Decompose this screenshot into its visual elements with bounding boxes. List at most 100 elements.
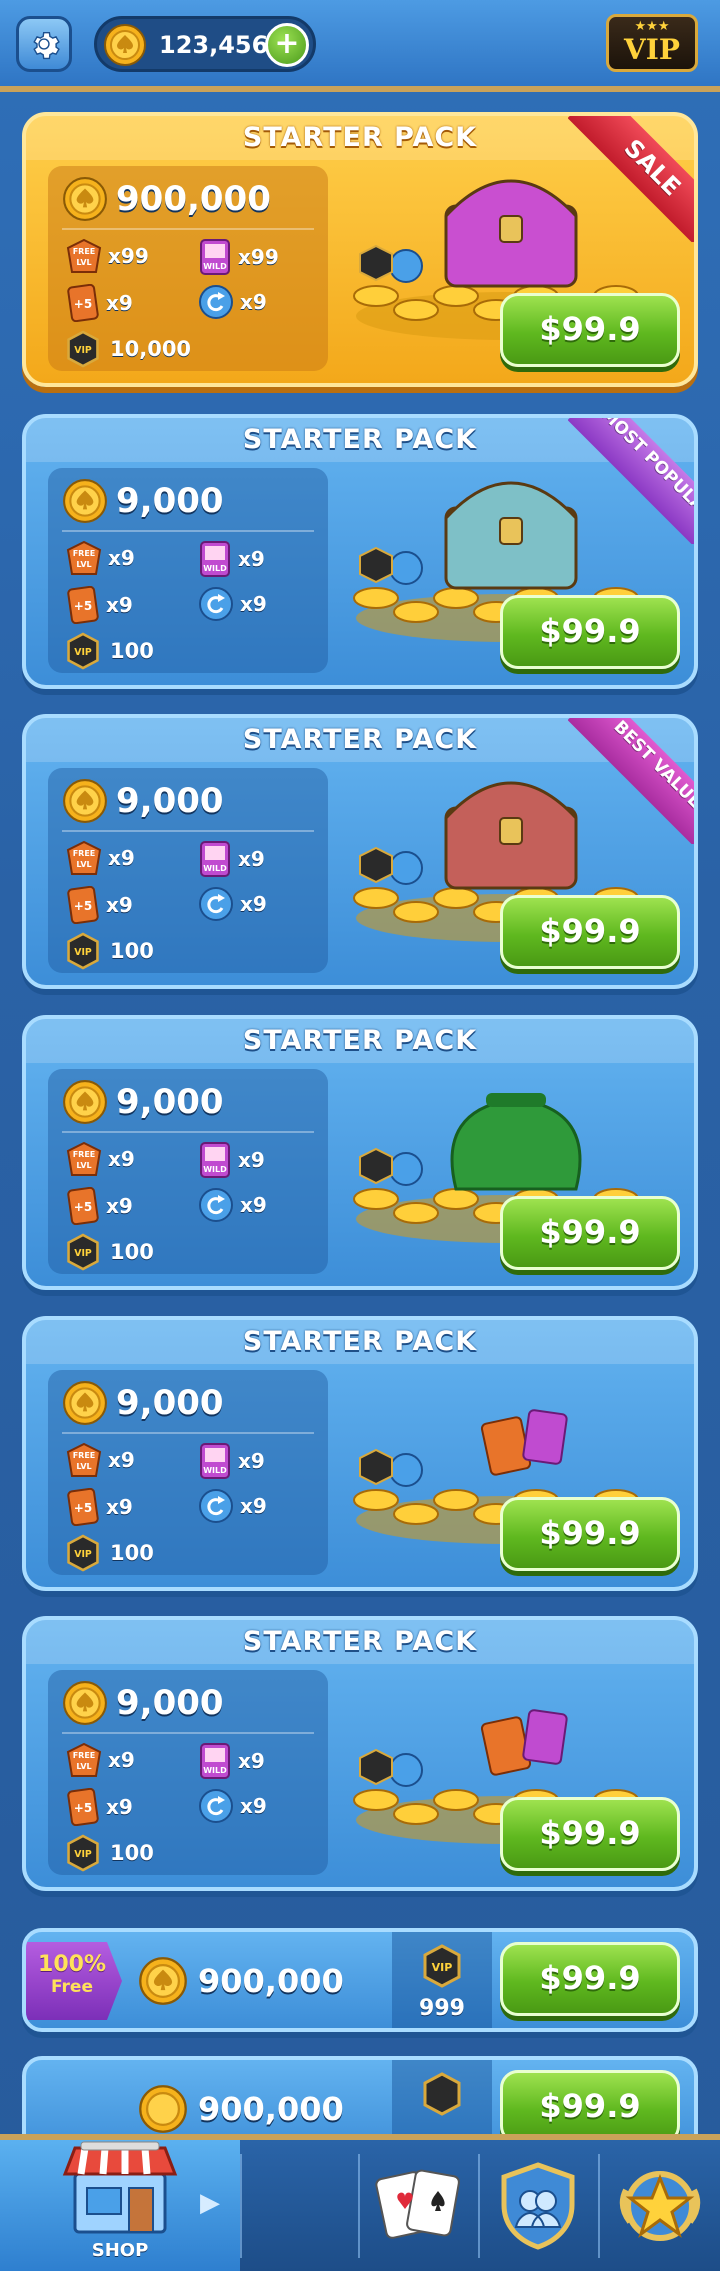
svg-text:WILD: WILD <box>203 1766 227 1775</box>
pack-coin-amount-row: 9,000 <box>62 1378 224 1428</box>
undo-icon <box>199 587 233 621</box>
svg-text:FREE: FREE <box>73 549 96 558</box>
divider <box>62 830 314 832</box>
svg-text:WILD: WILD <box>203 1165 227 1174</box>
undo-item: x9 <box>198 284 267 320</box>
buy-button[interactable]: $99.9 <box>500 2070 680 2144</box>
buy-button[interactable]: $99.9 <box>500 595 680 669</box>
svg-text:LVL: LVL <box>76 860 91 869</box>
buy-button[interactable]: $99.9 <box>500 1497 680 1571</box>
bonus-tag: 100% Free <box>26 1942 122 2020</box>
pack-coin-amount: 9,000 <box>116 481 224 521</box>
svg-text:VIP: VIP <box>74 1549 92 1560</box>
coin-icon <box>63 177 107 221</box>
starter-pack-card: STARTER PACK SALE 900,000 FREE LVL x99 WIL… <box>22 112 698 387</box>
nav-cards-tab[interactable] <box>370 2154 466 2258</box>
pack-contents-panel: 900,000 FREE LVL x99 WILD x99 +5 x9 x9 VIP 10… <box>48 166 328 371</box>
wild-card-icon: WILD <box>200 841 230 877</box>
vip-badge-icon: VIP <box>423 1944 461 1988</box>
free-level-qty: x9 <box>108 846 135 870</box>
starter-pack-card: STARTER PACK 9,000 FREE LVL x9 WILD x9 +5 x9… <box>22 1015 698 1290</box>
free-level-icon: FREE LVL <box>66 1141 102 1176</box>
vip-label: VIP <box>624 33 680 66</box>
settings-button[interactable] <box>16 16 72 72</box>
wild-card-qty: x9 <box>238 547 265 571</box>
svg-text:LVL: LVL <box>76 1161 91 1170</box>
pack-coin-amount-row: 9,000 <box>62 476 224 526</box>
undo-qty: x9 <box>240 290 267 314</box>
wild-card-qty: x9 <box>238 1148 265 1172</box>
free-level-icon: FREE LVL <box>66 840 102 875</box>
svg-text:VIP: VIP <box>74 647 92 658</box>
pack-coin-amount-row: 900,000 <box>62 174 271 224</box>
svg-text:WILD: WILD <box>203 864 227 873</box>
nav-divider <box>598 2154 600 2258</box>
pack-coin-amount-row: 9,000 <box>62 1678 224 1728</box>
nav-shop-tab[interactable]: SHOP ▶ <box>0 2140 240 2271</box>
buy-button[interactable]: $99.9 <box>500 1196 680 1270</box>
buy-button[interactable]: $99.9 <box>500 895 680 969</box>
pack-contents-panel: 9,000 FREE LVL x9 WILD x9 +5 x9 x9 VIP 100 <box>48 1370 328 1575</box>
vip-points-item: VIP 100 <box>66 1834 154 1872</box>
svg-text:VIP: VIP <box>74 947 92 958</box>
add-coins-button[interactable]: + <box>265 23 309 67</box>
bonus-percent: 100% <box>38 1952 106 1977</box>
playing-cards-icon <box>375 2169 460 2239</box>
coin-offer-amount-group: 900,000 <box>138 2084 344 2134</box>
nav-achievements-tab[interactable] <box>612 2154 708 2258</box>
pack-contents-panel: 9,000 FREE LVL x9 WILD x9 +5 x9 x9 VIP 100 <box>48 768 328 973</box>
coin-offer-row: 100% Free 900,000 VIP 999 $99.9 <box>22 1928 698 2032</box>
pack-coin-amount: 9,000 <box>116 781 224 821</box>
wild-card-qty: x9 <box>238 847 265 871</box>
plus-five-card-icon: +5 <box>67 1187 99 1225</box>
svg-text:WILD: WILD <box>203 262 227 271</box>
vip-button[interactable]: ★★★ VIP <box>606 14 698 72</box>
coin-offer-amount-group: 900,000 <box>138 1956 344 2006</box>
vip-badge-icon: VIP <box>67 932 99 970</box>
svg-text:+5: +5 <box>74 1200 92 1214</box>
plus-five-item: +5 x9 <box>66 586 133 624</box>
wild-card-icon: WILD <box>200 1743 230 1779</box>
free-level-qty: x9 <box>108 546 135 570</box>
wild-card-item: WILD x9 <box>198 1442 265 1480</box>
undo-icon <box>199 1188 233 1222</box>
wild-card-qty: x9 <box>238 1749 265 1773</box>
vip-badge-icon <box>423 2072 461 2116</box>
buy-button[interactable]: $99.9 <box>500 1942 680 2016</box>
free-level-qty: x9 <box>108 1448 135 1472</box>
free-level-icon: FREE LVL <box>66 238 102 273</box>
pack-coin-amount: 9,000 <box>116 1082 224 1122</box>
pack-contents-panel: 9,000 FREE LVL x9 WILD x9 +5 x9 x9 VIP 100 <box>48 1670 328 1875</box>
coin-icon <box>63 1381 107 1425</box>
vip-points-item: VIP 100 <box>66 1233 154 1271</box>
free-level-item: FREE LVL x9 <box>66 540 135 576</box>
wild-card-icon: WILD <box>200 541 230 577</box>
svg-text:+5: +5 <box>74 297 92 311</box>
pack-coin-amount: 900,000 <box>116 179 271 219</box>
nav-divider <box>478 2154 480 2258</box>
plus-five-item: +5 x9 <box>66 1788 133 1826</box>
svg-text:VIP: VIP <box>74 1248 92 1259</box>
star-badge-icon <box>619 2171 701 2241</box>
shop-icon <box>62 2141 178 2234</box>
undo-icon <box>199 887 233 921</box>
free-level-item: FREE LVL x99 <box>66 238 149 274</box>
svg-text:+5: +5 <box>74 1501 92 1515</box>
nav-friends-tab[interactable] <box>490 2154 586 2258</box>
vip-points-value: 10,000 <box>110 337 192 361</box>
buy-button[interactable]: $99.9 <box>500 293 680 367</box>
free-level-qty: x9 <box>108 1147 135 1171</box>
coin-balance: 123,456 + <box>94 16 316 72</box>
vip-points-value: 999 <box>419 1996 465 2021</box>
pack-coin-amount-row: 9,000 <box>62 776 224 826</box>
svg-text:LVL: LVL <box>76 560 91 569</box>
undo-qty: x9 <box>240 1494 267 1518</box>
coin-icon <box>63 1681 107 1725</box>
coin-icon <box>63 779 107 823</box>
nav-divider <box>358 2154 360 2258</box>
buy-button[interactable]: $99.9 <box>500 1797 680 1871</box>
undo-qty: x9 <box>240 1794 267 1818</box>
svg-text:LVL: LVL <box>76 1462 91 1471</box>
divider <box>62 228 314 230</box>
coin-icon <box>139 2085 187 2133</box>
